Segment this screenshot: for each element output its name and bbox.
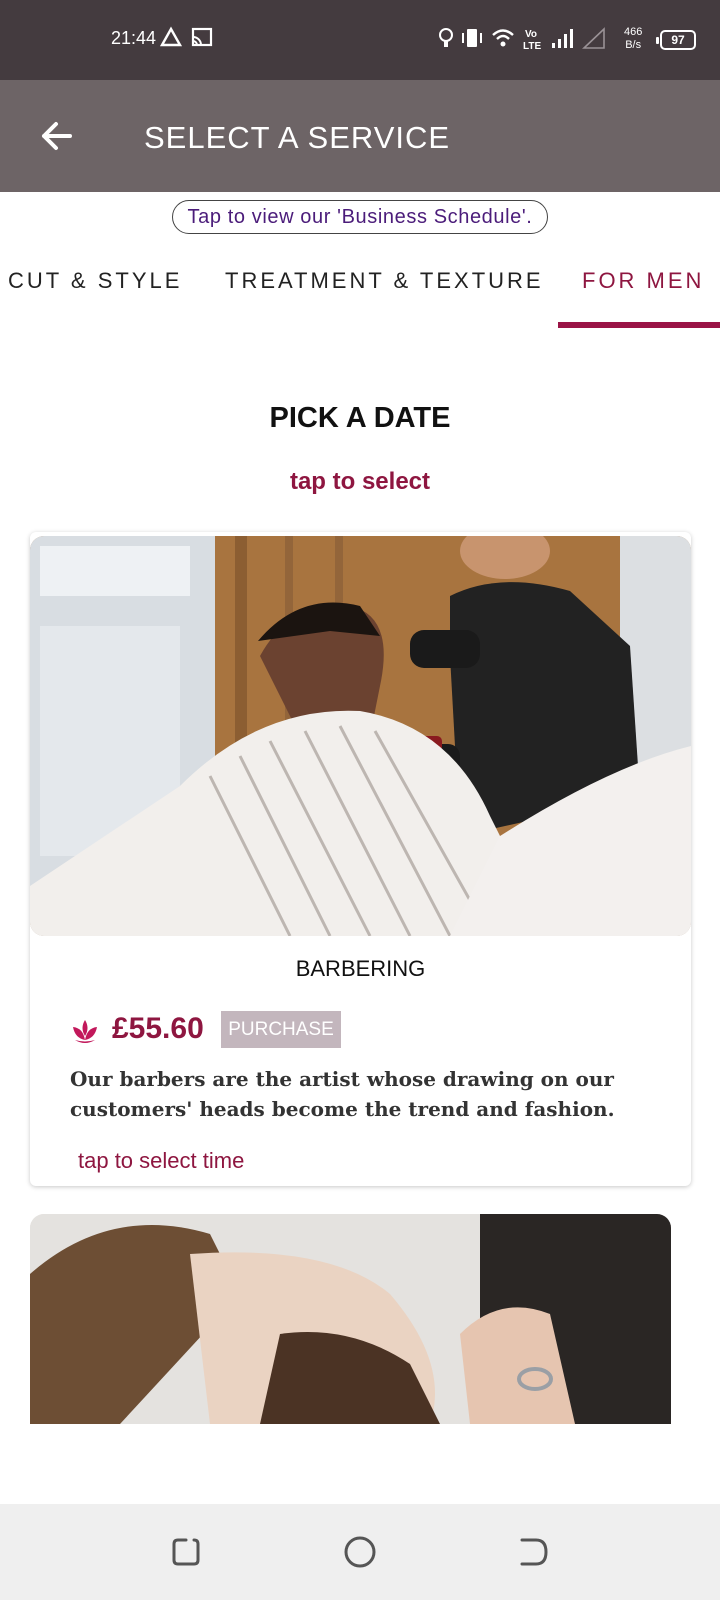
recents-icon[interactable] <box>168 1534 204 1570</box>
cast-icon <box>191 27 213 47</box>
category-tabs: CUT & STYLE TREATMENT & TEXTURE FOR MEN <box>0 250 720 330</box>
beard-trim-photo <box>30 1214 671 1424</box>
app-bar: SELECT A SERVICE <box>0 80 720 192</box>
net-speed-value: 466 <box>624 26 643 38</box>
home-icon[interactable] <box>342 1534 378 1570</box>
signal-icon <box>552 29 573 48</box>
time-select-link[interactable]: tap to select time <box>78 1148 244 1174</box>
svg-text:LTE: LTE <box>523 41 541 52</box>
purchase-button[interactable]: PURCHASE <box>221 1011 341 1048</box>
net-speed-unit: B/s <box>625 39 642 51</box>
page-title: SELECT A SERVICE <box>144 120 451 155</box>
signal-empty-icon <box>582 27 605 49</box>
active-tab-indicator <box>558 322 720 328</box>
wifi-icon <box>492 29 514 47</box>
system-nav-bar <box>0 1504 720 1600</box>
bulb-icon <box>439 28 453 47</box>
volte-icon: Vo LTE <box>523 29 541 52</box>
date-select-link[interactable]: tap to select <box>0 468 720 496</box>
pick-date-heading: PICK A DATE <box>269 402 451 434</box>
service-price: £55.60 <box>112 1012 204 1045</box>
vibrate-icon <box>462 29 482 47</box>
service-name: BARBERING <box>295 956 426 981</box>
svg-text:Vo: Vo <box>525 29 537 40</box>
net-speed: 466 B/s <box>624 26 642 52</box>
status-bar: 21:44 Vo LTE 466 B/s 97 <box>0 0 720 80</box>
barbering-photo <box>30 536 691 936</box>
tab-treatment-texture[interactable]: TREATMENT & TEXTURE <box>225 268 544 294</box>
drive-icon <box>160 26 182 47</box>
service-card: BARBERING £55.60 PURCHASE Our barbers ar… <box>30 532 691 1186</box>
lotus-icon <box>73 1020 97 1043</box>
business-schedule-link[interactable]: Tap to view our 'Business Schedule'. <box>172 200 548 234</box>
back-icon[interactable] <box>516 1534 552 1570</box>
status-time: 21:44 <box>111 28 157 48</box>
battery-indicator: 97 <box>656 30 696 50</box>
tab-cut-style[interactable]: CUT & STYLE <box>8 268 182 294</box>
arrow-left-icon[interactable] <box>36 114 80 158</box>
service-description: Our barbers are the artist whose drawing… <box>70 1067 615 1121</box>
tab-for-men[interactable]: FOR MEN <box>582 268 704 294</box>
